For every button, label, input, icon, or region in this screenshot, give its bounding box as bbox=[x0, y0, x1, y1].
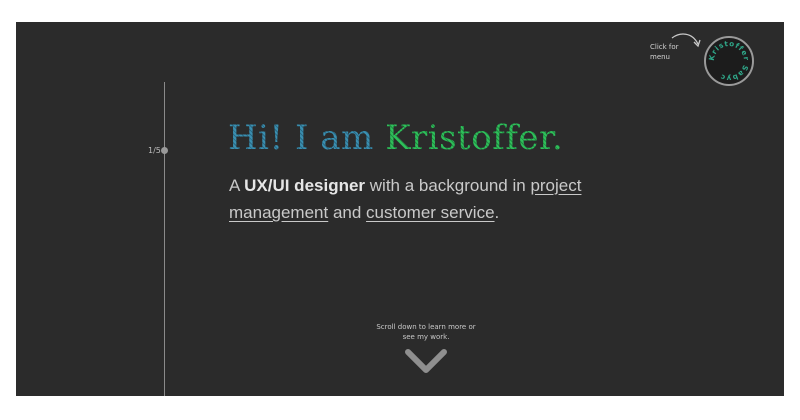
subtitle-prefix: A bbox=[229, 176, 245, 195]
customer-service-link[interactable]: customer service bbox=[366, 203, 494, 222]
page-counter: 1/5 bbox=[148, 146, 161, 155]
hero-name: Kristoffer. bbox=[385, 118, 564, 158]
menu-button[interactable]: Kristoffer Sabyc bbox=[704, 36, 754, 86]
menu-badge-logo-icon: Kristoffer Sabyc bbox=[707, 39, 751, 83]
subtitle-end: . bbox=[494, 203, 500, 222]
subtitle-role: UX/UI designer bbox=[244, 176, 366, 195]
hero-greeting: Hi! I am bbox=[228, 118, 386, 158]
hero-subtitle: A UX/UI designer with a background in pr… bbox=[229, 172, 669, 226]
hero-title: Hi! I am Kristoffer. bbox=[228, 118, 563, 158]
page-frame: 1/5 Hi! I am Kristoffer. A UX/UI designe… bbox=[16, 22, 784, 396]
subtitle-and: and bbox=[328, 203, 367, 222]
page-progress-rail bbox=[164, 82, 165, 396]
subtitle-mid: with a background in bbox=[365, 176, 531, 195]
svg-text:Kristoffer Sabyc: Kristoffer Sabyc bbox=[707, 39, 751, 83]
curved-arrow-icon bbox=[671, 33, 701, 48]
menu-badge-text: Kristoffer Sabyc bbox=[707, 39, 750, 83]
page-progress-dot[interactable] bbox=[161, 147, 168, 154]
scroll-hint: Scroll down to learn more or see my work… bbox=[376, 323, 476, 341]
chevron-down-icon[interactable] bbox=[404, 348, 448, 374]
